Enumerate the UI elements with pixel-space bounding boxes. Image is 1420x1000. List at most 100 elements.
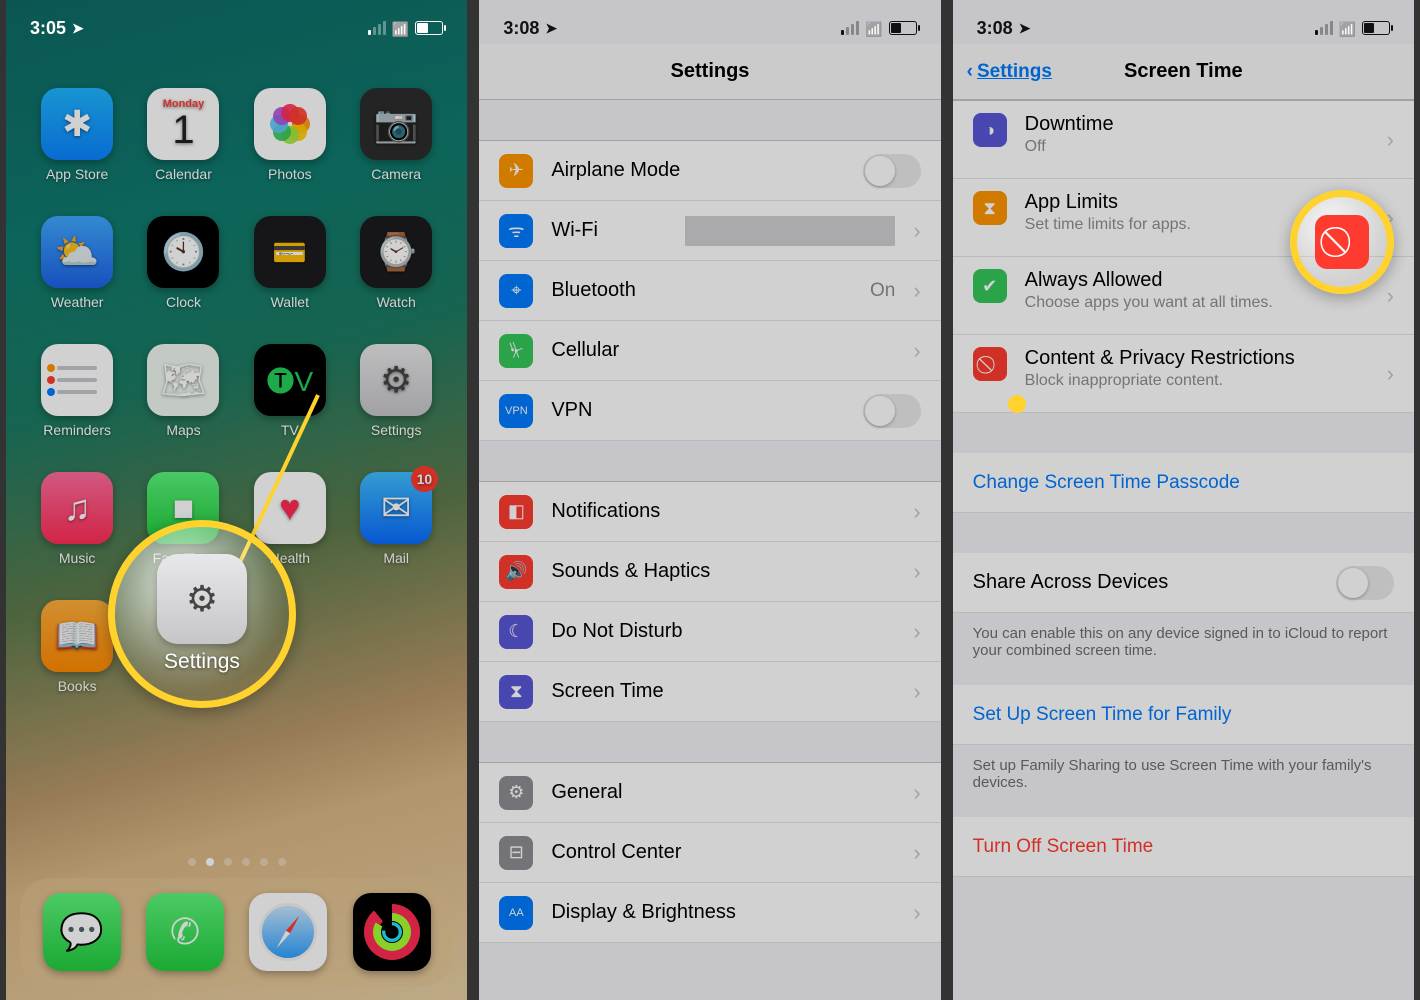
mail-app[interactable]: ✉10Mail	[352, 472, 440, 566]
camera-app-icon: 📷	[360, 88, 432, 160]
controlcenter-row-icon: ⊟	[499, 836, 533, 870]
bluetooth-row[interactable]: ⌖ Bluetooth On ›	[479, 261, 940, 321]
family-link[interactable]: Set Up Screen Time for Family	[953, 685, 1414, 745]
no-entry-icon: ⃠	[1315, 215, 1369, 269]
row-subtitle: Off	[1025, 138, 1369, 156]
maps-app[interactable]: 🗺Maps	[139, 344, 227, 438]
music-app[interactable]: ♫ Music	[33, 472, 121, 566]
chevron-right-icon: ›	[913, 840, 920, 866]
chevron-right-icon: ›	[913, 218, 920, 244]
page-title: Screen Time	[1124, 60, 1243, 83]
notifications-row[interactable]: ◧ Notifications ›	[479, 482, 940, 542]
settings-list: 3:08 ➤ Settings ✈Airplane ModeᯤWi-Fi›⌖Bl…	[473, 0, 946, 1000]
row-label: Screen Time	[551, 680, 895, 703]
turn-off-link[interactable]: Turn Off Screen Time	[953, 817, 1414, 877]
app-label: Music	[59, 550, 96, 566]
share-toggle[interactable]	[1336, 566, 1394, 600]
safari-app[interactable]	[249, 893, 327, 971]
chevron-right-icon: ›	[913, 499, 920, 525]
notifications-row-icon: ◧	[499, 495, 533, 529]
camera-app[interactable]: 📷 Camera	[352, 88, 440, 182]
row-label: Display & Brightness	[551, 901, 895, 924]
change-passcode-link[interactable]: Change Screen Time Passcode	[953, 453, 1414, 513]
row-label: Airplane Mode	[551, 159, 844, 182]
phone-app[interactable]: ✆	[146, 893, 224, 971]
music-app-icon: ♫	[41, 472, 113, 544]
appstore-app[interactable]: ✱App Store	[33, 88, 121, 182]
row-label: Do Not Disturb	[551, 620, 895, 643]
allowed-row-icon: ✔	[973, 269, 1007, 303]
bluetooth-row-icon: ⌖	[499, 274, 533, 308]
chevron-right-icon: ›	[913, 278, 920, 304]
row-label: Cellular	[551, 339, 895, 362]
airplane-mode-row-icon: ✈	[499, 154, 533, 188]
display-row[interactable]: AADisplay & Brightness›	[479, 883, 940, 943]
tv-app[interactable]: 🅣VTV	[246, 344, 334, 438]
controlcenter-row[interactable]: ⊟Control Center›	[479, 823, 940, 883]
vpn-row-icon: VPN	[499, 394, 533, 428]
wifi-icon	[865, 18, 882, 39]
mail-badge: 10	[411, 466, 439, 492]
row-label: Notifications	[551, 500, 895, 523]
cellular-row-icon: ⏧	[499, 334, 533, 368]
signal-icon	[1315, 21, 1333, 35]
sounds-row[interactable]: 🔊Sounds & Haptics›	[479, 542, 940, 602]
battery-icon	[415, 21, 443, 35]
general-row-icon: ⚙	[499, 776, 533, 810]
location-icon: ➤	[545, 20, 557, 37]
row-label: Sounds & Haptics	[551, 560, 895, 583]
row-value: On	[870, 280, 895, 302]
wallet-app[interactable]: 💳Wallet	[246, 216, 334, 310]
activity-app[interactable]	[353, 893, 431, 971]
battery-icon	[889, 21, 917, 35]
reminders-app[interactable]: Reminders	[33, 344, 121, 438]
reminders-app-icon	[41, 344, 113, 416]
row-title: Downtime	[1025, 113, 1369, 136]
app-label: Wallet	[271, 294, 309, 310]
general-row[interactable]: ⚙General›	[479, 763, 940, 823]
row-label: General	[551, 781, 895, 804]
chevron-right-icon: ›	[913, 619, 920, 645]
dnd-row[interactable]: ☾Do Not Disturb›	[479, 602, 940, 662]
watch-app[interactable]: ⌚Watch	[352, 216, 440, 310]
settings-icon: ⚙︎	[157, 554, 247, 644]
photos-app[interactable]: Photos	[246, 88, 334, 182]
wifi-row[interactable]: ᯤWi-Fi›	[479, 201, 940, 261]
row-label: VPN	[551, 399, 844, 422]
mail-app-icon: ✉10	[360, 472, 432, 544]
signal-icon	[841, 21, 859, 35]
status-bar: 3:08 ➤	[479, 0, 940, 44]
messages-app[interactable]: 💬	[43, 893, 121, 971]
vpn-row[interactable]: VPN VPN	[479, 381, 940, 441]
chevron-right-icon: ›	[913, 559, 920, 585]
screentime-row[interactable]: ⧗Screen Time›	[479, 662, 940, 722]
settings-app[interactable]: ⚙︎ Settings	[352, 344, 440, 438]
toggle[interactable]	[863, 154, 921, 188]
wifi-icon	[392, 18, 409, 39]
row-subtitle: Block inappropriate content.	[1025, 372, 1369, 390]
appstore-app-icon: ✱	[41, 88, 113, 160]
app-label: Books	[58, 678, 97, 694]
status-bar: 3:08 ➤	[953, 0, 1414, 44]
app-label: Camera	[371, 166, 421, 182]
status-time: 3:05	[30, 18, 66, 39]
airplane-mode-row[interactable]: ✈ Airplane Mode	[479, 141, 940, 201]
weather-app[interactable]: ⛅Weather	[33, 216, 121, 310]
calendar-app[interactable]: Monday1Calendar	[139, 88, 227, 182]
settings-app-icon: ⚙︎	[360, 344, 432, 416]
share-across-row[interactable]: Share Across Devices	[953, 553, 1414, 613]
share-across-label: Share Across Devices	[973, 571, 1318, 594]
downtime-row[interactable]: ◑DowntimeOff›	[953, 101, 1414, 179]
page-indicator[interactable]	[6, 858, 467, 866]
family-note: Set up Family Sharing to use Screen Time…	[953, 745, 1414, 817]
row-label: Bluetooth	[551, 279, 852, 302]
toggle[interactable]	[863, 394, 921, 428]
back-button[interactable]: ‹ Settings	[967, 61, 1052, 83]
cellular-row[interactable]: ⏧Cellular›	[479, 321, 940, 381]
status-time: 3:08	[977, 18, 1013, 39]
chevron-right-icon: ›	[1387, 361, 1394, 387]
maps-app-icon: 🗺	[147, 344, 219, 416]
clock-app[interactable]: 🕙Clock	[139, 216, 227, 310]
applimits-row-icon: ⧗	[973, 191, 1007, 225]
app-label: Settings	[371, 422, 422, 438]
